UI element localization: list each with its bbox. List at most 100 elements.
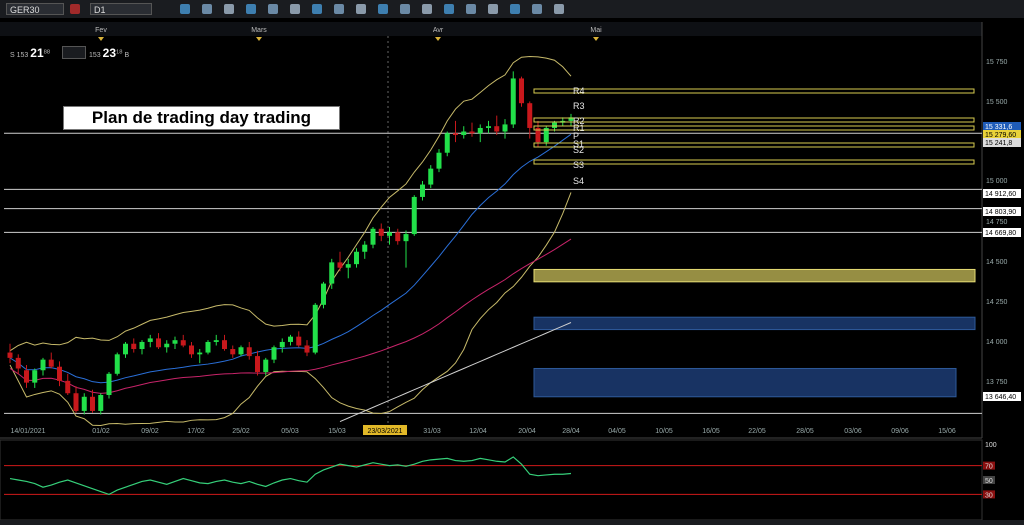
status-strip: [0, 520, 1024, 525]
chart-icon[interactable]: [466, 4, 476, 14]
save-icon[interactable]: [202, 4, 212, 14]
timeframe-selector[interactable]: D1: [90, 3, 152, 15]
candle-body: [279, 341, 285, 348]
candle-body: [156, 338, 161, 348]
close-icon[interactable]: [554, 4, 564, 14]
candle-body: [40, 359, 46, 371]
x-tick-label: 10/05: [655, 428, 673, 435]
x-tick-label: 04/05: [608, 428, 626, 435]
candle-body: [329, 262, 335, 284]
candle-body: [238, 347, 244, 355]
candle-body: [296, 336, 302, 346]
candle-body: [527, 103, 533, 128]
candle-body: [222, 340, 227, 350]
zoom-out-icon[interactable]: [290, 4, 300, 14]
candle-body: [519, 78, 524, 104]
pivot-label-s4: S4: [573, 176, 584, 186]
candle-body: [246, 347, 252, 357]
candle-body: [362, 244, 368, 252]
x-tick-label: 23/03/2021: [367, 428, 402, 435]
bid-quote: S 153 2188: [10, 46, 51, 60]
candle: [114, 352, 120, 376]
x-tick-label: 09/06: [891, 428, 909, 435]
candle-body: [378, 228, 384, 236]
crosshair-icon[interactable]: [224, 4, 234, 14]
candle-body: [213, 340, 219, 342]
y-tick-label: 14 500: [986, 259, 1008, 266]
pencil-icon[interactable]: [422, 4, 432, 14]
x-tick-label: 01/02: [92, 428, 110, 435]
folder-icon[interactable]: [180, 4, 190, 14]
candle-body: [131, 343, 137, 350]
x-tick-label: 09/02: [141, 428, 159, 435]
candle-body: [24, 370, 29, 383]
x-tick-label: 03/06: [844, 428, 862, 435]
candle-body: [552, 122, 557, 128]
candle: [321, 281, 326, 309]
indicator-icon[interactable]: [312, 4, 322, 14]
y-tick-label: 15 750: [986, 59, 1008, 66]
candle-body: [271, 347, 277, 360]
support-zone-1: [533, 316, 976, 331]
candle: [444, 131, 450, 157]
x-tick-label: 28/05: [796, 428, 814, 435]
support-zone-2: [533, 367, 957, 398]
candle-body: [164, 343, 170, 348]
candle-body: [65, 380, 71, 394]
y-tick-label: 14 250: [986, 299, 1008, 306]
price-tag-label: 15 279,60: [985, 132, 1016, 139]
record-icon[interactable]: [70, 4, 80, 14]
month-label: Avr: [433, 27, 444, 34]
candle-body: [189, 345, 194, 355]
candle-body: [90, 396, 95, 411]
candle-body: [370, 228, 376, 245]
menu-icon[interactable]: [532, 4, 542, 14]
candle-body: [172, 340, 178, 344]
candle-body: [15, 357, 21, 369]
y-tick-label: 15 000: [986, 178, 1008, 185]
candle-body: [123, 343, 128, 355]
symbol-selector[interactable]: GER30: [6, 3, 64, 15]
candle: [312, 303, 318, 355]
candle-body: [444, 133, 450, 153]
price-chart[interactable]: R4R3R2R1PS1S2S3S4 Fev Mars Avr Mai14/01/202…: [0, 18, 1024, 520]
candle-body: [469, 131, 475, 134]
candle-body: [411, 196, 417, 235]
x-tick-label: 12/04: [469, 428, 487, 435]
chart-title-annotation: Plan de trading day trading: [63, 106, 340, 130]
globe-icon[interactable]: [400, 4, 410, 14]
text-icon[interactable]: [356, 4, 366, 14]
x-tick-label: 16/05: [702, 428, 720, 435]
link-icon[interactable]: [444, 4, 454, 14]
dot-icon[interactable]: [510, 4, 520, 14]
y-tick-label: 14 000: [986, 339, 1008, 346]
candle: [106, 372, 112, 399]
indicator-level-label: 70: [985, 464, 993, 471]
y-tick-label: 14 750: [986, 219, 1008, 226]
x-tick-label: 22/05: [748, 428, 766, 435]
line-icon[interactable]: [246, 4, 256, 14]
quote-button[interactable]: [62, 46, 86, 59]
indicator-level-label: 30: [985, 492, 993, 499]
candle-body: [180, 340, 186, 346]
ask-quote: 153 2318 B: [89, 46, 130, 60]
candle-body: [288, 336, 293, 342]
pivot-label-s3: S3: [573, 160, 584, 170]
candle-body: [106, 373, 112, 396]
price-tag-label: 13 646,40: [985, 394, 1016, 401]
pivot-label-s2: S2: [573, 145, 584, 155]
x-tick-label: 15/03: [328, 428, 346, 435]
x-tick-label: 31/03: [423, 428, 441, 435]
candle-body: [420, 184, 425, 197]
candle-body: [354, 251, 359, 265]
candle-body: [345, 264, 351, 268]
grid-icon[interactable]: [488, 4, 498, 14]
candle-body: [494, 126, 500, 132]
settings-icon[interactable]: [334, 4, 344, 14]
candle: [510, 71, 516, 128]
x-tick-label: 17/02: [187, 428, 205, 435]
price-tag-label: 15 241,8: [985, 140, 1012, 147]
zoom-in-icon[interactable]: [268, 4, 278, 14]
pivot-label-r4: R4: [573, 86, 585, 96]
refresh-icon[interactable]: [378, 4, 388, 14]
